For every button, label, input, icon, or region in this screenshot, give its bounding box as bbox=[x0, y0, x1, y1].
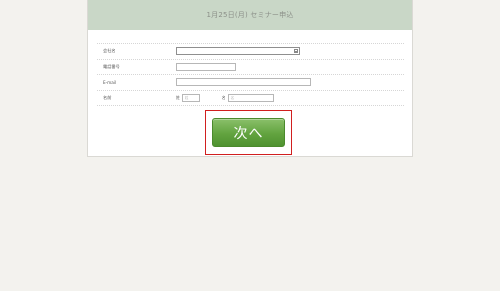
email-row: E-mail bbox=[97, 75, 404, 91]
email-field bbox=[176, 78, 311, 87]
company-row: 会社名 bbox=[97, 43, 404, 60]
name-label: 名前 bbox=[103, 94, 112, 100]
last-name-label: 姓 bbox=[176, 94, 180, 100]
email-label: E-mail bbox=[103, 79, 117, 85]
company-input[interactable] bbox=[176, 47, 300, 56]
last-name-input[interactable]: 姓 bbox=[181, 93, 200, 102]
phone-field bbox=[176, 62, 236, 71]
page-header: 1月25日(月) セミナー申込 bbox=[88, 0, 412, 30]
application-form: 会社名 電話番号 E-mail 名前 姓 姓 名 名 bbox=[97, 43, 404, 106]
phone-row: 電話番号 bbox=[97, 60, 404, 75]
company-field bbox=[176, 47, 300, 56]
company-label: 会社名 bbox=[103, 48, 116, 54]
name-row: 名前 姓 姓 名 名 bbox=[97, 91, 404, 106]
first-name-input[interactable]: 名 bbox=[227, 93, 274, 102]
page-title: 1月25日(月) セミナー申込 bbox=[206, 11, 294, 19]
first-name-label: 名 bbox=[221, 94, 226, 100]
email-input[interactable] bbox=[176, 78, 311, 87]
next-button[interactable]: 次へ bbox=[212, 118, 285, 147]
next-button-highlight: 次へ bbox=[205, 110, 292, 155]
phone-input[interactable] bbox=[176, 62, 236, 71]
phone-label: 電話番号 bbox=[103, 63, 120, 69]
name-fields: 姓 姓 名 名 bbox=[176, 93, 274, 102]
calendar-icon[interactable] bbox=[294, 48, 298, 53]
